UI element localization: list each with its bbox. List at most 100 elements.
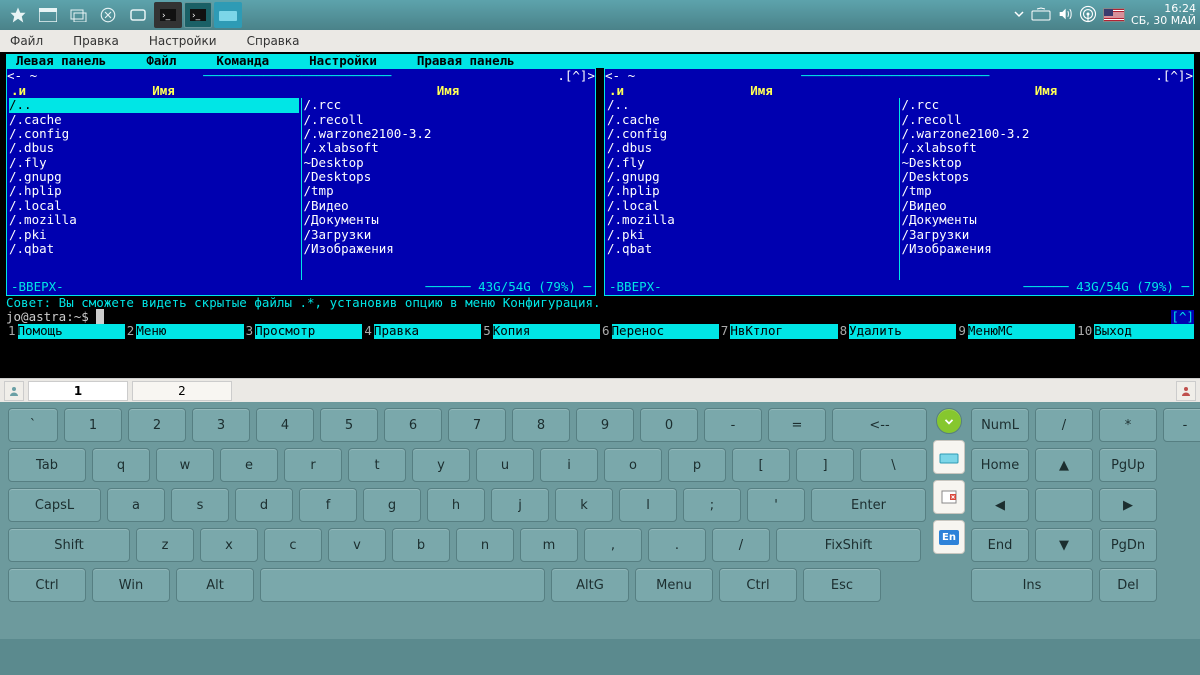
key-w[interactable]: w	[156, 448, 214, 482]
file-entry[interactable]: /Документы	[304, 213, 594, 227]
file-entry[interactable]: /Документы	[902, 213, 1192, 227]
file-entry[interactable]: /Desktops	[304, 170, 594, 184]
numkey-PgDn[interactable]: PgDn	[1099, 528, 1157, 562]
numkey-▼[interactable]: ▼	[1035, 528, 1093, 562]
key-f[interactable]: f	[299, 488, 357, 522]
mc-menu-settings[interactable]: Настройки	[309, 54, 377, 68]
tab-2[interactable]: 2	[132, 381, 232, 401]
key-z[interactable]: z	[136, 528, 194, 562]
key-k[interactable]: k	[555, 488, 613, 522]
file-entry[interactable]: /.recoll	[902, 113, 1192, 127]
numkey-/[interactable]: /	[1035, 408, 1093, 442]
window-list-icon[interactable]	[34, 2, 62, 28]
key-p[interactable]: p	[668, 448, 726, 482]
left-panel[interactable]: <- ~─────────────────────────.[^]> .иИмя…	[6, 68, 596, 295]
key-\[interactable]: \	[860, 448, 927, 482]
keyboard-tray-icon[interactable]	[1031, 7, 1051, 24]
terminal-task-2-icon[interactable]: ›_	[184, 2, 212, 28]
tab-user-icon-right[interactable]	[1176, 381, 1196, 401]
key-5[interactable]: 5	[320, 408, 378, 442]
key-;[interactable]: ;	[683, 488, 741, 522]
key-Menu[interactable]: Menu	[635, 568, 713, 602]
key-1[interactable]: 1	[64, 408, 122, 442]
key-6[interactable]: 6	[384, 408, 442, 442]
key-.[interactable]: .	[648, 528, 706, 562]
key-7[interactable]: 7	[448, 408, 506, 442]
key-d[interactable]: d	[235, 488, 293, 522]
key-l[interactable]: l	[619, 488, 677, 522]
file-entry[interactable]: /Видео	[304, 199, 594, 213]
key-Enter[interactable]: Enter	[811, 488, 926, 522]
key-o[interactable]: o	[604, 448, 662, 482]
network-icon[interactable]	[1079, 5, 1097, 26]
numkey-▶[interactable]: ▶	[1099, 488, 1157, 522]
file-column[interactable]: /../.cache/.config/.dbus/.fly/.gnupg/.hp…	[605, 98, 900, 280]
fkey-1[interactable]: 1Помощь	[6, 324, 125, 338]
key-b[interactable]: b	[392, 528, 450, 562]
key-r[interactable]: r	[284, 448, 342, 482]
key-space[interactable]	[260, 568, 545, 602]
key-FixShift[interactable]: FixShift	[776, 528, 921, 562]
mc-menu-right-panel[interactable]: Правая панель	[417, 54, 515, 68]
file-entry[interactable]: ~Desktop	[902, 156, 1192, 170]
chevron-down-icon[interactable]	[1013, 8, 1025, 23]
key-AltG[interactable]: AltG	[551, 568, 629, 602]
key-/[interactable]: /	[712, 528, 770, 562]
fkey-6[interactable]: 6Перенос	[600, 324, 719, 338]
lang-en-icon[interactable]: En	[933, 520, 965, 554]
file-entry[interactable]: /.xlabsoft	[902, 141, 1192, 155]
desktop-icon[interactable]	[124, 2, 152, 28]
file-entry[interactable]: /..	[9, 98, 299, 112]
key-8[interactable]: 8	[512, 408, 570, 442]
file-entry[interactable]: /.config	[607, 127, 897, 141]
mc-menu-file[interactable]: Файл	[146, 54, 176, 68]
key-e[interactable]: e	[220, 448, 278, 482]
numkey-Home[interactable]: Home	[971, 448, 1029, 482]
file-entry[interactable]: /.hplip	[9, 184, 299, 198]
file-entry[interactable]: /.pki	[9, 228, 299, 242]
key-x[interactable]: x	[200, 528, 258, 562]
numkey-▲[interactable]: ▲	[1035, 448, 1093, 482]
fkey-5[interactable]: 5Копия	[481, 324, 600, 338]
onscreen-keyboard-task-icon[interactable]	[214, 2, 242, 28]
key-Esc[interactable]: Esc	[803, 568, 881, 602]
key-Win[interactable]: Win	[92, 568, 170, 602]
file-entry[interactable]: /.rcc	[902, 98, 1192, 112]
key-Tab[interactable]: Tab	[8, 448, 86, 482]
file-entry[interactable]: ~Desktop	[304, 156, 594, 170]
fkey-2[interactable]: 2Меню	[125, 324, 244, 338]
key-Ctrl[interactable]: Ctrl	[719, 568, 797, 602]
file-column[interactable]: /.rcc/.recoll/.warzone2100-3.2/.xlabsoft…	[900, 98, 1194, 280]
key-g[interactable]: g	[363, 488, 421, 522]
key-CapsL[interactable]: CapsL	[8, 488, 101, 522]
file-entry[interactable]: /Видео	[902, 199, 1192, 213]
close-all-icon[interactable]	[94, 2, 122, 28]
key-s[interactable]: s	[171, 488, 229, 522]
flag-icon[interactable]	[1103, 8, 1125, 22]
file-entry[interactable]: /.dbus	[9, 141, 299, 155]
mc-menu-command[interactable]: Команда	[216, 54, 269, 68]
file-entry[interactable]: /.cache	[607, 113, 897, 127]
file-entry[interactable]: /Изображения	[304, 242, 594, 256]
key-=[interactable]: =	[768, 408, 826, 442]
key-9[interactable]: 9	[576, 408, 634, 442]
key-,[interactable]: ,	[584, 528, 642, 562]
file-entry[interactable]: /.warzone2100-3.2	[902, 127, 1192, 141]
key-t[interactable]: t	[348, 448, 406, 482]
key-m[interactable]: m	[520, 528, 578, 562]
key-'[interactable]: '	[747, 488, 805, 522]
terminal-task-1-icon[interactable]: ›_	[154, 2, 182, 28]
key-v[interactable]: v	[328, 528, 386, 562]
file-column[interactable]: /../.cache/.config/.dbus/.fly/.gnupg/.hp…	[7, 98, 302, 280]
file-entry[interactable]: /.cache	[9, 113, 299, 127]
key--[interactable]: -	[704, 408, 762, 442]
key-n[interactable]: n	[456, 528, 514, 562]
key-c[interactable]: c	[264, 528, 322, 562]
fkey-7[interactable]: 7НвКтлог	[719, 324, 838, 338]
menu-settings[interactable]: Настройки	[149, 34, 217, 48]
menu-edit[interactable]: Правка	[73, 34, 119, 48]
numkey-*[interactable]: *	[1099, 408, 1157, 442]
terminal[interactable]: Левая панель Файл Команда Настройки Прав…	[0, 52, 1200, 378]
file-entry[interactable]: /.mozilla	[607, 213, 897, 227]
file-entry[interactable]: /.local	[9, 199, 299, 213]
